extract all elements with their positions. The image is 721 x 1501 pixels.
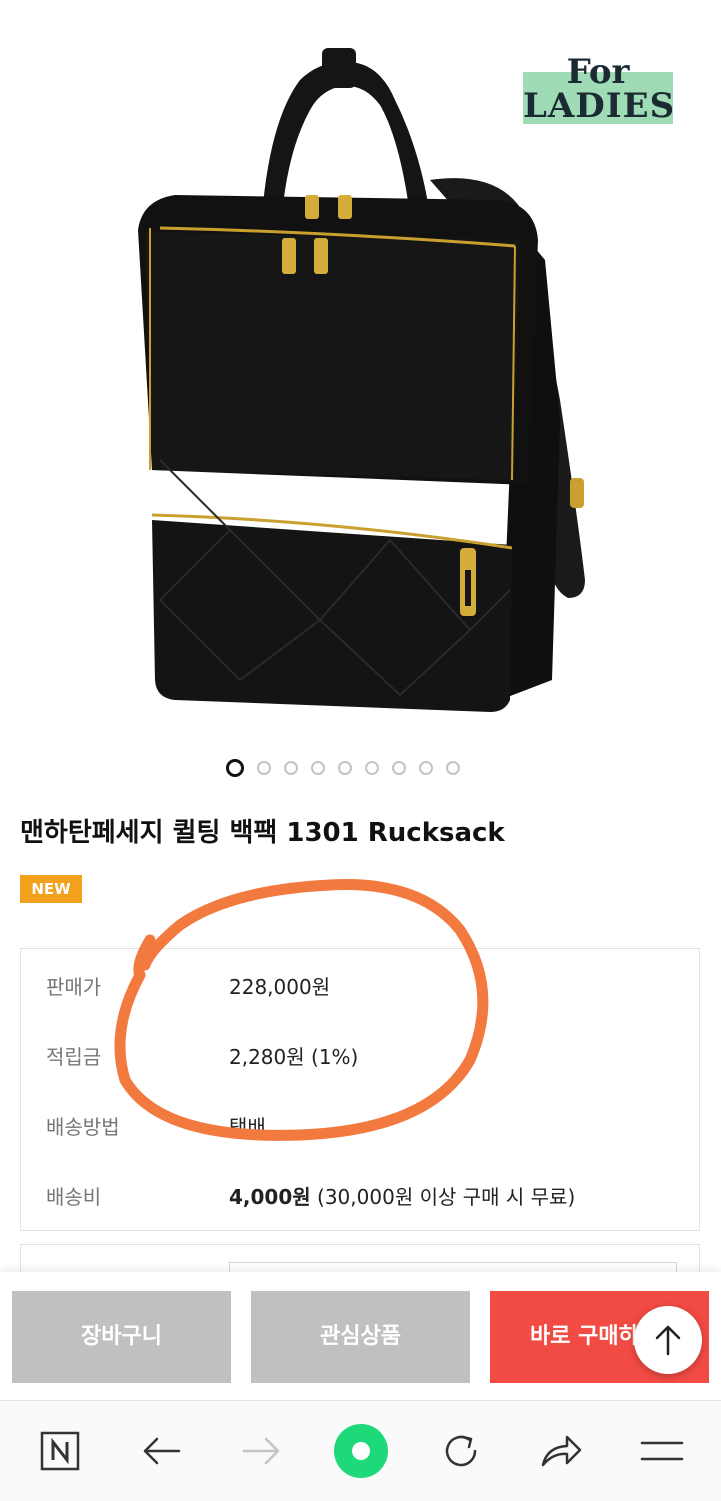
back-arrow-icon bbox=[143, 1437, 181, 1465]
shipping-method-label: 배송방법 bbox=[46, 1115, 120, 1139]
shipping-fee-label: 배송비 bbox=[46, 1185, 102, 1209]
share-icon bbox=[541, 1435, 582, 1467]
shipping-fee-value: 4,000원 (30,000원 이상 구매 시 무료) bbox=[229, 1177, 575, 1217]
points-row: 적립금 2,280원 (1%) bbox=[21, 1037, 699, 1077]
back-button[interactable] bbox=[133, 1423, 189, 1479]
carousel-dots bbox=[226, 759, 460, 781]
product-info-table: 판매가 228,000원 적립금 2,280원 (1%) 배송방법 택배 배송비… bbox=[20, 948, 700, 1231]
carousel-dot-7[interactable] bbox=[392, 761, 406, 775]
for-ladies-badge: For LADIES bbox=[523, 52, 676, 126]
carousel-dot-2[interactable] bbox=[257, 761, 271, 775]
naver-n-icon bbox=[40, 1431, 80, 1471]
carousel-dot-3[interactable] bbox=[284, 761, 298, 775]
forward-arrow-icon bbox=[242, 1437, 280, 1465]
carousel-dot-6[interactable] bbox=[365, 761, 379, 775]
points-value: 2,280원 (1%) bbox=[229, 1045, 359, 1069]
badge-line-2: LADIES bbox=[523, 86, 676, 126]
add-to-cart-button[interactable]: 장바구니 bbox=[12, 1291, 231, 1383]
product-image[interactable]: For LADIES bbox=[0, 0, 721, 735]
shipping-fee-note: (30,000원 이상 구매 시 무료) bbox=[310, 1185, 576, 1209]
carousel-dot-4[interactable] bbox=[311, 761, 325, 775]
scroll-to-top-button[interactable] bbox=[634, 1306, 702, 1374]
share-button[interactable] bbox=[533, 1423, 589, 1479]
shipping-method-row: 배송방법 택배 bbox=[21, 1107, 699, 1147]
carousel-dot-9[interactable] bbox=[446, 761, 460, 775]
wishlist-button[interactable]: 관심상품 bbox=[251, 1291, 470, 1383]
browser-nav-bar bbox=[0, 1400, 721, 1501]
carousel-dot-8[interactable] bbox=[419, 761, 433, 775]
new-badge: NEW bbox=[20, 875, 82, 903]
price-row: 판매가 228,000원 bbox=[21, 967, 699, 1007]
menu-button[interactable] bbox=[634, 1423, 690, 1479]
home-icon bbox=[334, 1424, 388, 1478]
menu-icon bbox=[640, 1441, 684, 1461]
carousel-dot-5[interactable] bbox=[338, 761, 352, 775]
shipping-fee-row: 배송비 4,000원 (30,000원 이상 구매 시 무료) bbox=[21, 1177, 699, 1217]
carousel-dot-1[interactable] bbox=[226, 759, 244, 777]
refresh-icon bbox=[445, 1435, 477, 1467]
price-label: 판매가 bbox=[46, 975, 102, 999]
naver-home-button[interactable] bbox=[32, 1423, 88, 1479]
green-dot-button[interactable] bbox=[333, 1423, 389, 1479]
price-value: 228,000원 bbox=[229, 975, 331, 999]
arrow-up-icon bbox=[655, 1325, 681, 1356]
shipping-fee-amount: 4,000원 bbox=[229, 1185, 311, 1209]
forward-button[interactable] bbox=[234, 1423, 290, 1479]
product-title: 맨하탄페세지 퀼팅 백팩 1301 Rucksack bbox=[20, 818, 505, 848]
shipping-method-value: 택배 bbox=[229, 1115, 266, 1139]
refresh-button[interactable] bbox=[433, 1423, 489, 1479]
purchase-action-bar: 장바구니 관심상품 바로 구매하기 bbox=[0, 1272, 721, 1400]
points-label: 적립금 bbox=[46, 1045, 102, 1069]
